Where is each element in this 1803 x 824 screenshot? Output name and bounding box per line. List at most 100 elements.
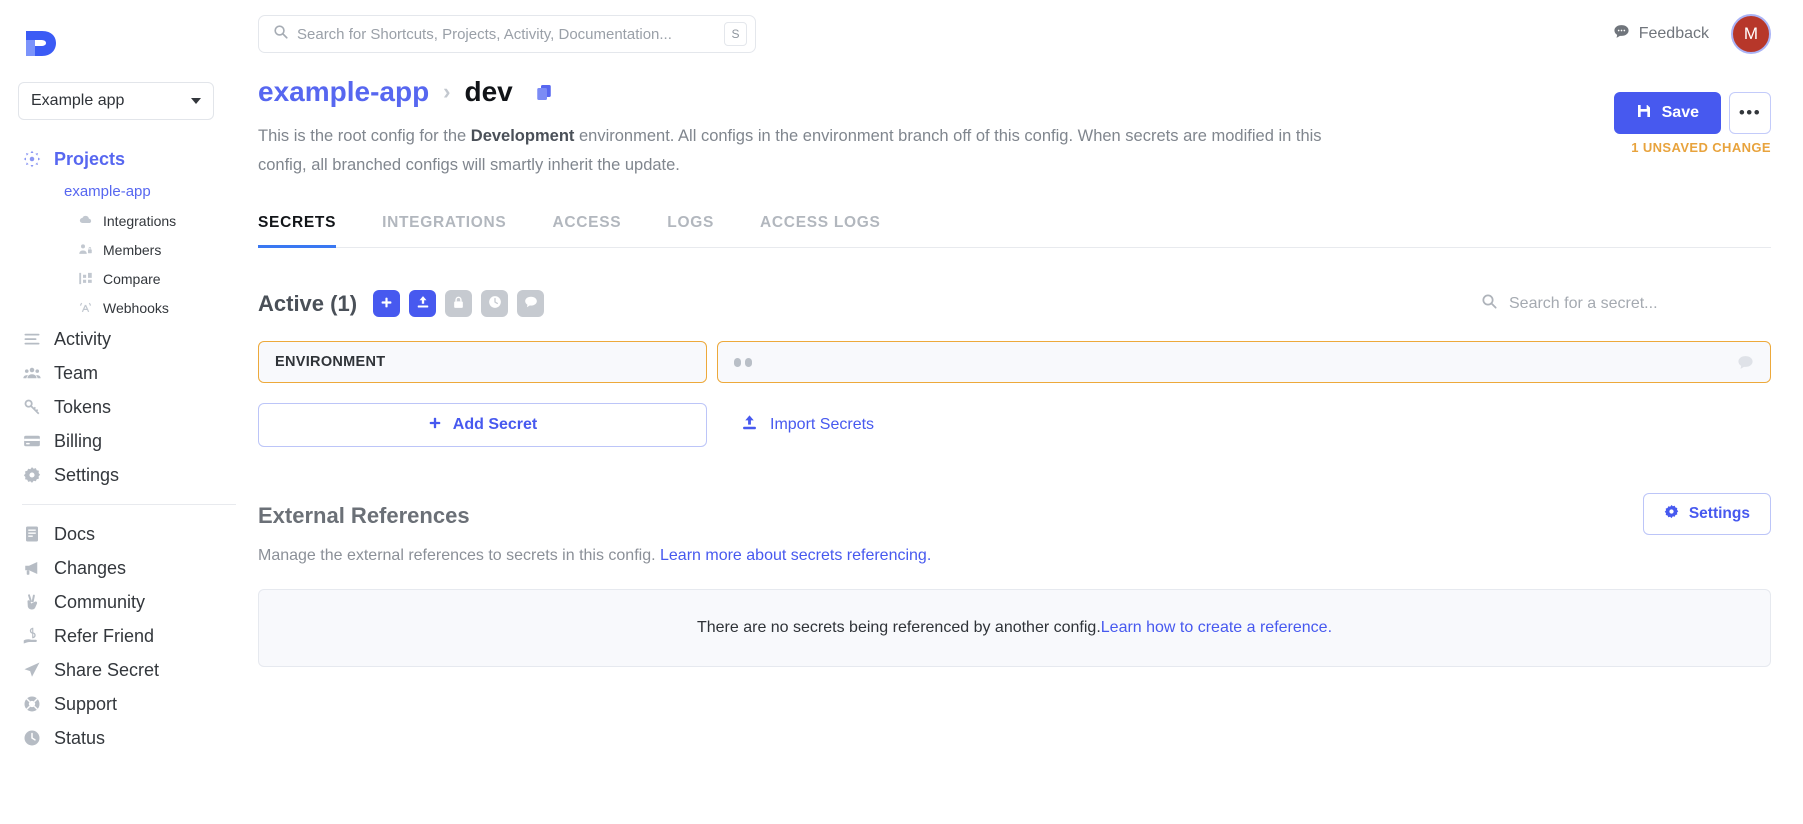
secret-row: ENVIRONMENT [258, 341, 1771, 383]
sidebar-item-label: Tokens [54, 396, 112, 417]
add-secret-icon-button[interactable] [373, 290, 401, 317]
compare-icon [76, 271, 94, 286]
external-references-subtitle: Manage the external references to secret… [258, 547, 1771, 565]
tab-access[interactable]: ACCESS [552, 214, 621, 247]
sidebar-item-label: Webhooks [103, 299, 169, 316]
feedback-button[interactable]: Feedback [1613, 23, 1709, 45]
upload-icon [416, 295, 430, 312]
sidebar-item-status[interactable]: Status [18, 721, 240, 755]
sidebar-item-label: Billing [54, 430, 103, 451]
sidebar-item-label: Status [54, 727, 106, 748]
sidebar-item-billing[interactable]: Billing [18, 424, 240, 458]
add-secret-button[interactable]: Add Secret [258, 403, 707, 447]
webhook-icon [76, 300, 94, 315]
breadcrumb-project[interactable]: example-app [258, 76, 429, 108]
sidebar-item-label: Docs [54, 523, 96, 544]
mask-dot [734, 357, 741, 367]
atom-icon [22, 150, 42, 168]
tab-secrets[interactable]: SECRETS [258, 214, 337, 248]
sidebar-item-projects[interactable]: Projects [18, 142, 240, 176]
sidebar-item-activity[interactable]: Activity [18, 322, 240, 356]
credit-card-icon [22, 432, 42, 450]
sidebar-item-members[interactable]: Members [18, 235, 240, 264]
sidebar-item-support[interactable]: Support [18, 687, 240, 721]
history-icon-button[interactable] [481, 290, 509, 317]
tab-integrations[interactable]: INTEGRATIONS [382, 214, 506, 247]
sidebar-item-label: Projects [54, 148, 126, 169]
secret-search-input[interactable]: Search for a secret... [1481, 293, 1771, 314]
logo-wrapper [18, 0, 240, 70]
copy-icon[interactable] [535, 83, 553, 102]
save-button[interactable]: Save [1613, 92, 1721, 134]
sidebar-item-community[interactable]: Community [18, 585, 240, 619]
breadcrumb-separator-icon: › [443, 79, 451, 104]
ellipsis-icon: ••• [1738, 103, 1762, 122]
lock-icon-button[interactable] [445, 290, 473, 317]
external-references-subtitle-text: Manage the external references to secret… [258, 547, 660, 564]
create-reference-link[interactable]: Learn how to create a reference. [1101, 619, 1332, 637]
import-secrets-label: Import Secrets [770, 416, 875, 433]
app-selector[interactable]: Example app [18, 82, 214, 120]
clock-icon [22, 729, 42, 747]
doppler-logo[interactable] [24, 28, 58, 58]
floppy-disk-icon [1636, 103, 1652, 124]
list-icon [22, 330, 42, 348]
sidebar-item-share-secret[interactable]: Share Secret [18, 653, 240, 687]
comment-icon [1613, 23, 1630, 45]
members-lock-icon [76, 242, 94, 257]
sidebar-item-integrations[interactable]: Integrations [18, 206, 240, 235]
megaphone-icon [22, 559, 42, 577]
paper-plane-icon [22, 661, 42, 679]
secret-value-input[interactable] [717, 341, 1771, 383]
sidebar-item-refer-friend[interactable]: Refer Friend [18, 619, 240, 653]
chevron-down-icon [191, 98, 201, 104]
sidebar-item-team[interactable]: Team [18, 356, 240, 390]
sidebar-item-compare[interactable]: Compare [18, 264, 240, 293]
sidebar-item-settings[interactable]: Settings [18, 458, 240, 492]
masked-value [734, 357, 752, 367]
breadcrumb-config: dev [464, 76, 513, 107]
notes-icon-button[interactable] [517, 290, 545, 317]
sidebar-nav: Projects example-app Integrations Member… [18, 142, 240, 755]
import-secrets-icon-button[interactable] [409, 290, 437, 317]
description-prefix: This is the root config for the [258, 127, 471, 145]
sidebar-item-webhooks[interactable]: Webhooks [18, 293, 240, 322]
comment-icon[interactable] [1737, 354, 1754, 371]
external-references-settings-button[interactable]: Settings [1642, 493, 1771, 535]
external-references-title: External References [258, 503, 470, 528]
sidebar-item-label: Members [103, 241, 162, 258]
settings-label: Settings [1688, 505, 1750, 522]
book-icon [22, 525, 42, 543]
avatar[interactable]: M [1731, 14, 1771, 54]
sidebar-item-label: Integrations [103, 212, 177, 229]
avatar-initial: M [1743, 24, 1759, 43]
sidebar-item-label: Refer Friend [54, 625, 155, 646]
sidebar-divider [22, 504, 236, 505]
more-options-button[interactable]: ••• [1729, 92, 1771, 134]
add-secret-label: Add Secret [452, 416, 538, 433]
sidebar-item-label: Changes [54, 557, 127, 578]
plus-icon [428, 416, 442, 435]
sidebar-item-changes[interactable]: Changes [18, 551, 240, 585]
secret-search-placeholder: Search for a secret... [1509, 294, 1658, 312]
header-actions: Save ••• [1613, 92, 1771, 134]
secrets-referencing-link[interactable]: Learn more about secrets referencing. [660, 547, 931, 564]
empty-state-text: There are no secrets being referenced by… [696, 619, 1101, 636]
sidebar-item-docs[interactable]: Docs [18, 517, 240, 551]
tab-logs[interactable]: LOGS [667, 214, 714, 247]
sidebar-item-tokens[interactable]: Tokens [18, 390, 240, 424]
secrets-section-header: Active (1) Search for a secret... [258, 290, 1771, 317]
app-selector-label: Example app [31, 92, 125, 109]
sidebar-item-label: Community [54, 591, 146, 612]
secret-name-input[interactable]: ENVIRONMENT [258, 341, 707, 383]
hand-peace-icon [22, 593, 42, 611]
tab-access-logs[interactable]: ACCESS LOGS [760, 214, 881, 247]
external-references-empty-state: There are no secrets being referenced by… [258, 589, 1771, 667]
global-search-placeholder: Search for Shortcuts, Projects, Activity… [297, 25, 672, 43]
global-search-input[interactable]: Search for Shortcuts, Projects, Activity… [258, 15, 756, 53]
sidebar-item-label: Settings [54, 464, 120, 485]
lifebuoy-icon [22, 695, 42, 713]
import-secrets-button[interactable]: Import Secrets [741, 414, 874, 436]
sidebar-item-label: Team [54, 362, 99, 383]
sidebar-item-example-app[interactable]: example-app [18, 176, 240, 206]
